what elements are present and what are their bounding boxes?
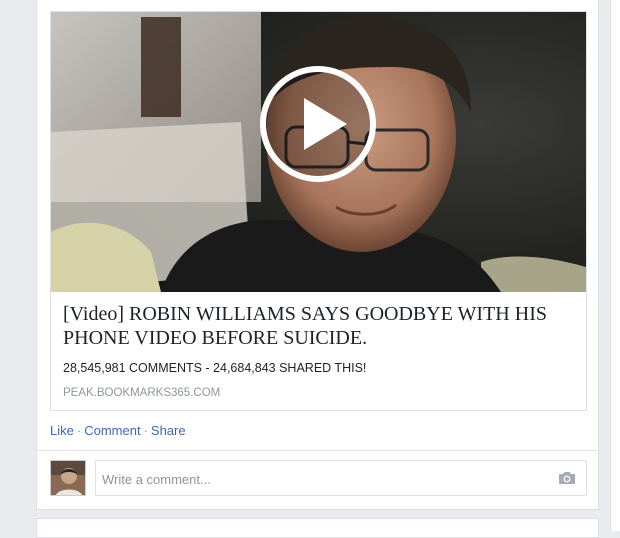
action-separator: · — [143, 423, 148, 438]
right-column-edge — [610, 0, 620, 531]
comment-composer — [50, 460, 587, 498]
news-feed-post: [Video] ROBIN WILLIAMS SAYS GOODBYE WITH… — [36, 0, 599, 510]
play-button[interactable] — [259, 65, 377, 183]
preview-domain: PEAK.BOOKMARKS365.COM — [63, 387, 221, 399]
post-actions: Like · Comment · Share — [50, 423, 186, 438]
link-preview[interactable]: [Video] ROBIN WILLIAMS SAYS GOODBYE WITH… — [50, 11, 587, 411]
comment-input[interactable] — [100, 467, 544, 491]
video-thumbnail[interactable] — [51, 12, 586, 292]
preview-title[interactable]: [Video] ROBIN WILLIAMS SAYS GOODBYE WITH… — [63, 302, 578, 350]
share-link[interactable]: Share — [151, 423, 186, 438]
comment-box — [95, 460, 587, 496]
comment-link[interactable]: Comment — [84, 423, 140, 438]
next-post-card — [36, 518, 599, 538]
preview-description: 28,545,981 COMMENTS - 24,684,843 SHARED … — [63, 361, 367, 375]
action-separator: · — [76, 423, 82, 438]
camera-icon[interactable] — [558, 470, 576, 486]
like-link[interactable]: Like — [50, 423, 74, 438]
play-icon — [260, 66, 376, 182]
divider — [37, 450, 598, 451]
avatar-image — [51, 461, 85, 495]
avatar[interactable] — [50, 460, 86, 496]
